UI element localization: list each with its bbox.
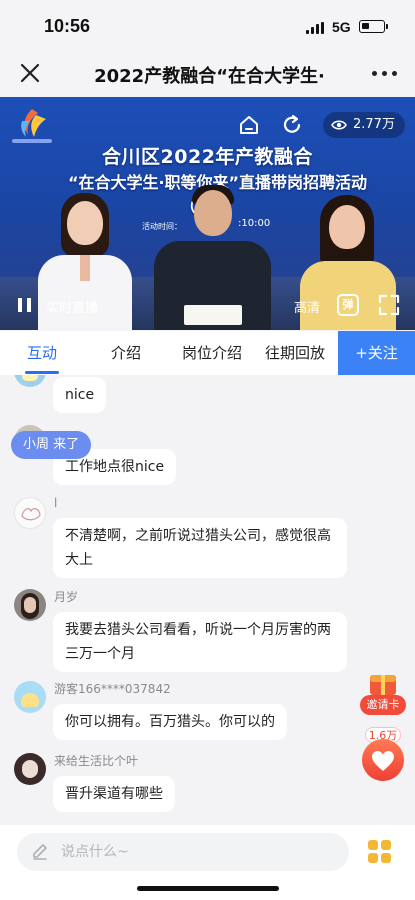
pause-icon[interactable] [18,298,32,312]
follow-button[interactable]: +关注 [338,331,415,375]
tab-past-replays[interactable]: 往期回放 [256,331,334,375]
page-title: 2022产教融合“在合大学生· [94,66,325,86]
tab-job-introduction[interactable]: 岗位介绍 [172,331,252,375]
close-icon[interactable] [18,61,42,85]
refresh-icon[interactable] [280,113,304,137]
chat-username: l [54,496,58,510]
nav-bar: 2022产教融合“在合大学生· [0,50,415,96]
status-time: 10:56 [44,16,91,36]
quality-selector[interactable]: 高清 [294,297,320,316]
pencil-icon [33,844,47,860]
status-bar: 10:56 5G [0,0,415,50]
danmu-toggle-icon[interactable]: 弹 [337,294,359,316]
avatar[interactable] [14,681,46,713]
invite-card-label: 邀请卡 [366,698,400,711]
eye-icon [331,120,347,130]
input-bar [0,825,415,900]
home-icon[interactable] [238,114,260,136]
avatar[interactable] [14,497,46,529]
like-button[interactable]: 1.6万 [360,727,406,787]
home-indicator [137,886,279,891]
battery-cap [386,24,388,29]
heart-icon [372,751,394,771]
avatar[interactable] [14,375,46,387]
avatar[interactable] [14,589,46,621]
tab-interaction[interactable]: 互动 [12,331,72,375]
chat-message: 晋升渠道有哪些 [53,776,175,812]
battery-icon [359,20,385,33]
live-label: 实时直播 [46,301,99,316]
viewer-count-badge: 2.77万 [323,112,405,138]
chat-username: 来给生活比个叶 [54,754,139,768]
video-banner-title: 合川区2022年产教融合 [102,146,313,168]
active-tab-indicator [25,371,59,374]
more-dots-icon[interactable] [372,70,398,78]
signal-icon [306,22,326,34]
tab-introduction[interactable]: 介绍 [96,331,156,375]
comment-input[interactable] [17,833,349,871]
fullscreen-icon[interactable] [378,294,400,316]
tab-bar: 互动 介绍 岗位介绍 往期回放 +关注 [0,331,415,375]
invite-card-button[interactable]: 邀请卡 [360,669,406,717]
host-center [150,185,275,330]
live-video-player[interactable]: 2.77万 合川区2022年产教融合 “在合大学生·职等你来”直播带岗招聘活动 … [0,97,415,330]
viewer-count: 2.77万 [353,117,395,132]
chat-message: nice [53,377,107,413]
chat-username: 月岁 [54,590,79,604]
avatar[interactable] [14,753,46,785]
join-notice-banner: 小周 来了 [11,431,92,459]
network-label: 5G [332,19,351,35]
more-functions-grid-icon[interactable] [368,840,392,864]
chat-username: 游客166****037842 [54,682,171,696]
chat-message: 不清楚啊，之前听说过猎头公司，感觉很高大上 [53,518,347,578]
chat-list[interactable]: nice 工作地点很nice 小周 来了 l 不清楚啊，之前听说过猎头公司，感觉… [0,375,415,825]
chat-message: 你可以拥有。百万猎头。你可以的 [53,704,287,740]
chat-message: 我要去猎头公司看看，听说一个月厉害的两三万一个月 [53,612,347,672]
event-logo-icon [21,109,46,137]
